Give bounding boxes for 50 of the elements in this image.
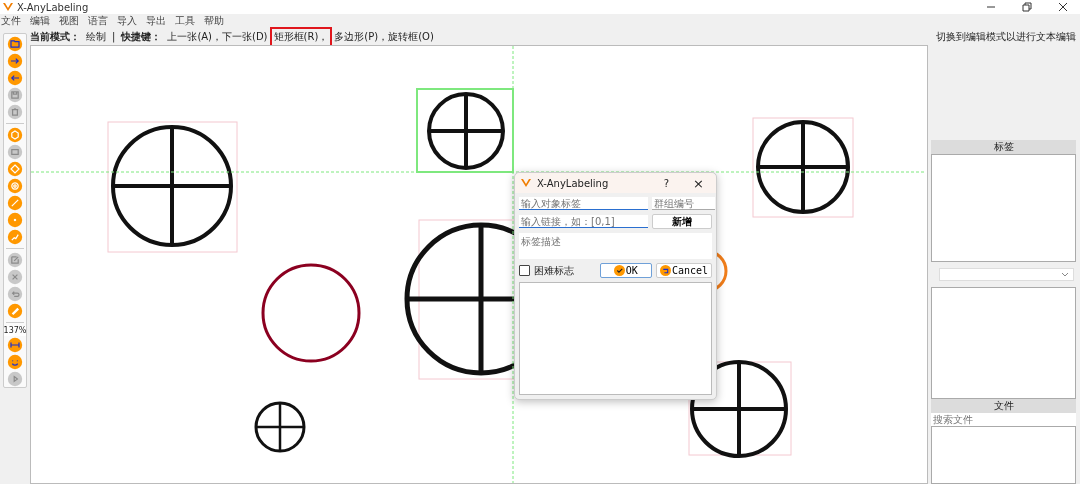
app-logo-icon — [521, 178, 531, 188]
mode-label: 快捷键： — [121, 30, 162, 43]
polyline-icon[interactable] — [7, 229, 23, 245]
file-search-field[interactable]: 搜索文件 — [931, 413, 1076, 426]
caret-icon — [1061, 271, 1069, 278]
link-input[interactable]: 输入链接，如：[0,1] — [519, 215, 648, 228]
check-icon — [613, 265, 625, 276]
menu-item[interactable]: 视图 — [58, 15, 83, 27]
separator-text: | — [112, 30, 116, 43]
ok-button[interactable]: OK — [599, 263, 652, 278]
arrow-right-icon[interactable] — [7, 53, 23, 69]
highlighted-shortcut: 矩形框(R)， — [273, 30, 329, 43]
edit-mode-hint: 切换到编辑模式以进行文本编辑 — [935, 30, 1076, 44]
panel-header: 文件 — [931, 399, 1076, 413]
mode-label: 当前模式： — [30, 30, 80, 43]
mode-text: 多边形(P)，旋转框(O) — [334, 30, 434, 43]
difficult-checkbox[interactable] — [519, 265, 530, 276]
menu-item[interactable]: 导入 — [116, 15, 141, 27]
dot-icon[interactable] — [7, 212, 23, 228]
panel-header: 标签 — [931, 140, 1076, 154]
add-button[interactable]: 新增 — [652, 214, 712, 229]
help-button[interactable]: ? — [663, 177, 670, 189]
mode-text: 上一张(A)，下一张(D) — [167, 30, 268, 43]
brush-icon[interactable] — [7, 303, 23, 319]
mode-text: 绘制 — [86, 30, 106, 43]
menu-item[interactable]: 文件 — [0, 15, 25, 27]
diamond-icon[interactable] — [7, 161, 23, 177]
menu-item[interactable]: 语言 — [87, 15, 112, 27]
arrow-left-icon[interactable] — [7, 70, 23, 86]
close-icon[interactable] — [1058, 2, 1068, 12]
window-title: X-AnyLabeling — [17, 1, 89, 13]
menu-item[interactable]: 工具 — [174, 15, 199, 27]
restore-icon[interactable] — [1022, 2, 1032, 12]
fit-width-icon[interactable] — [7, 337, 23, 353]
target-icon[interactable] — [7, 178, 23, 194]
cancel-button[interactable]: Cancel — [655, 263, 712, 278]
close-button[interactable]: × — [693, 175, 704, 191]
undo-icon — [659, 265, 671, 276]
menu-item[interactable]: 导出 — [145, 15, 170, 27]
label-input[interactable]: 输入对象标签 — [519, 197, 648, 210]
group-id-input[interactable]: 群组编号 — [652, 197, 715, 210]
dialog-title: X-AnyLabeling — [537, 177, 609, 189]
description-field[interactable]: 标签描述 — [519, 233, 712, 259]
menu-item[interactable]: 帮助 — [203, 15, 228, 27]
menu-item[interactable]: 编辑 — [29, 15, 54, 27]
folder-icon[interactable] — [7, 36, 23, 52]
checkbox-label: 困难标志 — [534, 263, 574, 278]
zoom-level[interactable]: 137% — [3, 326, 27, 336]
app-logo-icon — [3, 2, 13, 12]
smiley-icon[interactable] — [7, 354, 23, 370]
